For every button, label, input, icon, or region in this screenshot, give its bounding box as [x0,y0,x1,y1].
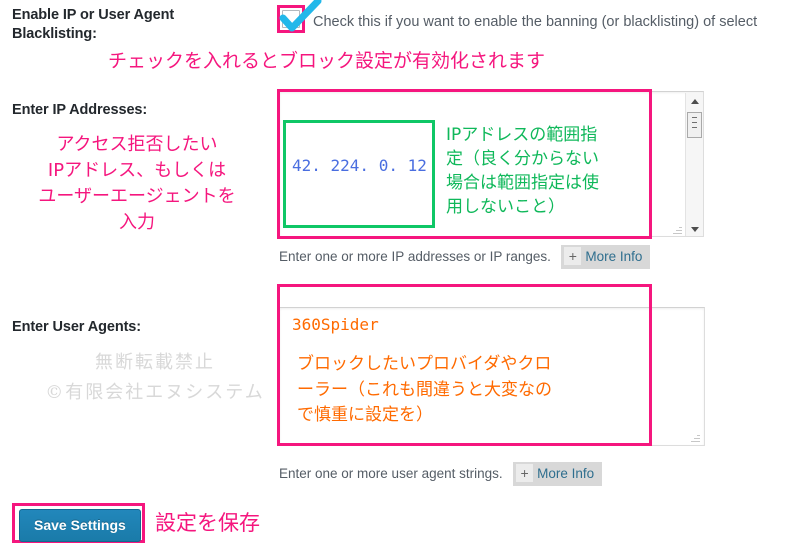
save-button-wrap[interactable]: Save Settings [19,509,141,542]
ip-help-row: Enter one or more IP addresses or IP ran… [279,245,651,269]
checkbox-caption: Check this if you want to enable the ban… [313,14,758,30]
ua-more-info-button[interactable]: + More Info [513,462,603,486]
ip-addresses-value: 42. 224. 0. 12 42. 224. 0. * 42. 224. *.… [292,98,427,236]
ua-help-text: Enter one or more user agent strings. [279,466,503,482]
watermark: 無断転載禁止 ©有限会社エヌシステム [30,348,280,404]
enable-blacklisting-label-line1: Enable IP or User Agent [12,7,175,23]
ip-line-1: 42. 224. 0. * [292,233,427,236]
chevron-down-icon [690,226,699,232]
annotation-ip-note-line-2: ユーザーエージェントを [38,186,236,208]
user-agents-label: Enter User Agents: [12,319,141,335]
ip-line-0: 42. 224. 0. 12 [292,156,427,175]
save-button[interactable]: Save Settings [19,509,141,542]
annotation-ip-range-note: IPアドレスの範囲指 定（良く分からない 場合は範囲指定は使 用しないこと） [446,123,599,220]
annotation-ip-range-note-line-0: IPアドレスの範囲指 [446,125,598,145]
scroll-up-button[interactable] [686,93,703,110]
ip-more-info-button[interactable]: + More Info [561,245,651,269]
annotation-ip-note-line-3: 入力 [119,212,155,234]
ip-addresses-label: Enter IP Addresses: [12,102,148,118]
watermark-line1: 無断転載禁止 [95,352,215,373]
ip-textarea-resize-grip[interactable] [671,223,683,235]
annotation-ip-range-note-line-2: 場合は範囲指定は使 [446,173,599,194]
user-agents-value: 360Spider [292,315,379,334]
ua-help-row: Enter one or more user agent strings. + M… [279,462,603,486]
annotation-ip-note-line-0: アクセス拒否したい [56,134,218,155]
annotation-save-note: 設定を保存 [155,511,260,535]
annotation-ua-note-line-0: ブロックしたいプロバイダやクロ [297,354,552,374]
annotation-ua-note: ブロックしたいプロバイダやクロ ーラー（これも間違うと大変なの で慎重に設定を） [297,352,552,429]
annotation-ip-note: アクセス拒否したい IPアドレス、もしくは ユーザーエージェントを 入力 [6,132,268,236]
annotation-checkbox-note: チェックを入れるとブロック設定が有効化されます [108,50,546,72]
ua-textarea-resize-grip[interactable] [689,431,701,443]
ua-more-info-label: More Info [537,466,595,481]
annotation-ip-range-note-line-1: 定（良く分からない [446,149,599,170]
annotation-ip-note-line-1: IPアドレス、もしくは [47,160,227,182]
annotation-ip-range-note-line-3: 用しないこと） [446,197,565,218]
scroll-down-button[interactable] [686,220,703,236]
settings-form-screenshot: Enable IP or User Agent Blacklisting: Ch… [0,0,800,550]
chevron-up-icon [690,98,699,104]
enable-blacklisting-label-line2: Blacklisting: [12,26,97,42]
annotation-ua-note-line-1: ーラー（これも間違うと大変なの [297,379,552,400]
annotation-ua-note-line-2: で慎重に設定を） [297,405,433,425]
ip-help-text: Enter one or more IP addresses or IP ran… [279,249,551,265]
ip-more-info-label: More Info [585,249,643,264]
watermark-line2: ©有限会社エヌシステム [45,382,265,403]
enable-blacklisting-label: Enable IP or User Agent Blacklisting: [12,6,262,44]
ip-textarea-scrollbar[interactable] [685,93,703,236]
scrollbar-thumb[interactable] [687,112,702,138]
plus-icon: + [516,464,534,482]
plus-icon: + [564,247,582,265]
